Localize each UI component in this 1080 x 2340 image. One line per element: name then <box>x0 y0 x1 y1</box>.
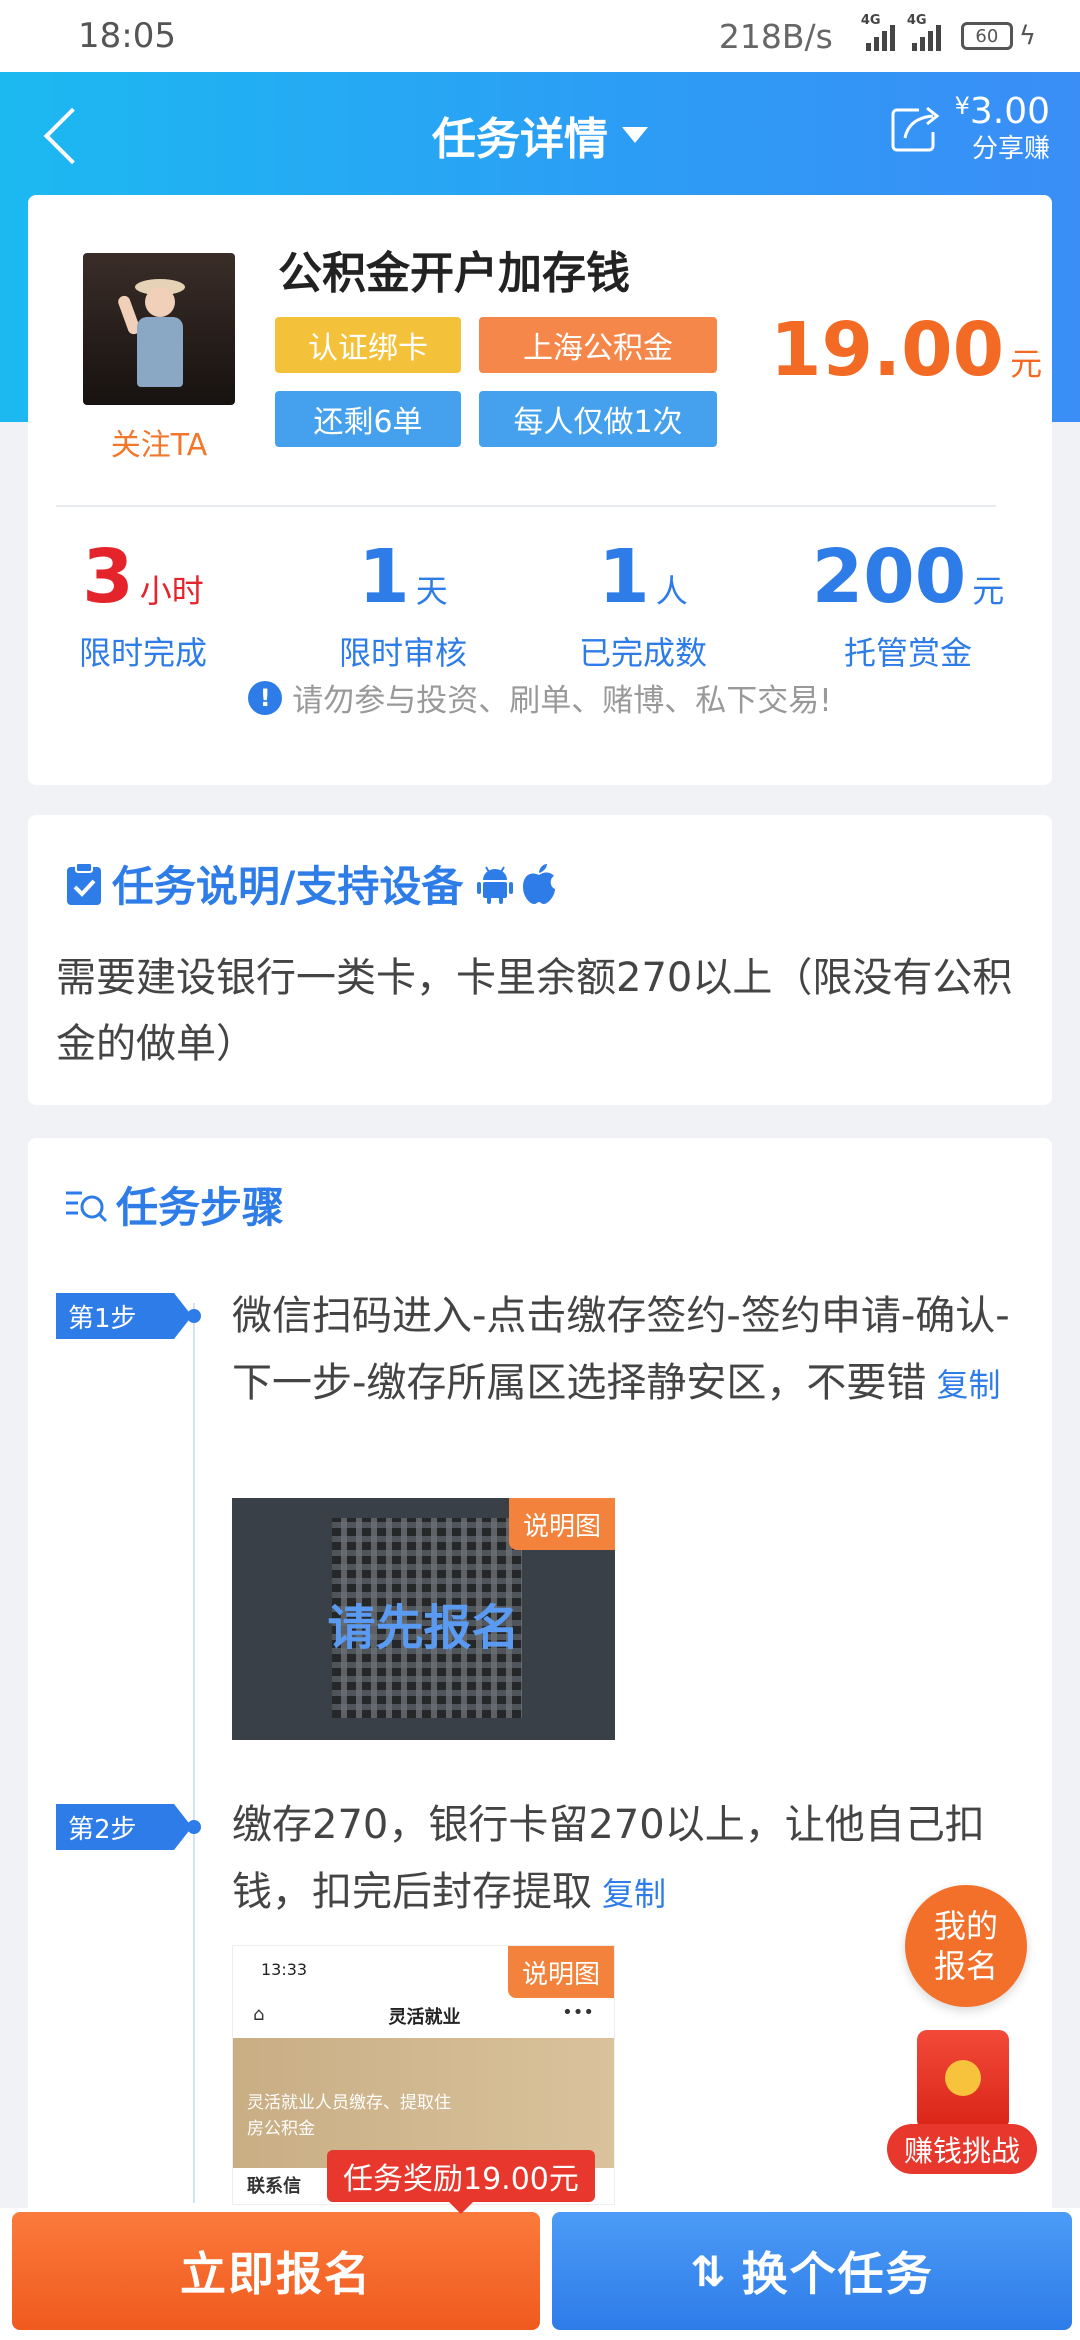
charging-icon: ϟ <box>1018 21 1036 51</box>
switch-task-button[interactable]: ⇅ 换个任务 <box>552 2212 1072 2330</box>
stat-time-limit: 3 小时 限时完成 <box>78 534 207 672</box>
warning-notice: ! 请勿参与投资、刷单、赌博、私下交易! <box>28 675 1052 720</box>
red-envelope-icon <box>917 2030 1009 2130</box>
step-image[interactable]: 请先报名 说明图 <box>232 1498 615 1740</box>
stat-completed: 1人 已完成数 <box>578 534 707 672</box>
signal-icon: 4G <box>861 13 895 51</box>
task-summary-card: 关注TA 公积金开户加存钱 认证绑卡 上海公积金 还剩6单 每人仅做1次 19.… <box>28 195 1052 785</box>
tag: 还剩6单 <box>275 391 461 447</box>
copy-link[interactable]: 复制 <box>602 1875 666 1913</box>
timeline-line <box>193 1303 195 2203</box>
info-icon: ! <box>248 680 283 715</box>
section-title: 任务说明/支持设备 <box>64 853 565 914</box>
apply-first-overlay: 请先报名 <box>327 1600 520 1656</box>
share-icon <box>891 106 939 152</box>
nav-bar: 任务详情 ¥3.00 分享赚 <box>0 72 1080 197</box>
step-text: 微信扫码进入-点击缴存签约-签约申请-确认-下一步-缴存所属区选择静安区，不要错… <box>232 1293 1010 1406</box>
status-bar: 18:05 218B/s 4G 4G 60 ϟ <box>0 0 1080 72</box>
timeline-dot <box>187 1309 201 1323</box>
explain-image-tag: 说明图 <box>509 1498 615 1550</box>
apple-icon <box>523 863 556 904</box>
description-text: 需要建设银行一类卡，卡里余额270以上（限没有公积金的做单） <box>56 955 1013 1067</box>
signal-icon: 4G <box>907 13 941 51</box>
page-title-dropdown[interactable]: 任务详情 <box>432 103 648 167</box>
android-icon <box>477 865 514 904</box>
stat-review-limit: 1天 限时审核 <box>338 534 467 672</box>
clipboard-icon <box>67 861 101 905</box>
back-icon[interactable] <box>38 102 98 166</box>
divider <box>56 505 996 507</box>
tag: 认证绑卡 <box>275 317 461 373</box>
mini-banner: 灵活就业人员缴存、提取住房公积金 <box>233 2038 614 2168</box>
list-search-icon <box>66 1191 108 1222</box>
share-earn-button[interactable]: ¥3.00 分享赚 <box>889 94 1050 162</box>
follow-button[interactable]: 关注TA <box>83 420 235 464</box>
avatar[interactable] <box>83 253 235 405</box>
tag: 每人仅做1次 <box>479 391 717 447</box>
task-title: 公积金开户加存钱 <box>278 248 630 299</box>
section-title: 任务步骤 <box>64 1174 284 1235</box>
reward-tooltip: 任务奖励19.00元 <box>327 2150 595 2214</box>
swap-arrows-icon: ⇅ <box>690 2246 728 2296</box>
share-amount: 3.00 <box>969 91 1050 132</box>
share-label: 分享赚 <box>971 134 1050 164</box>
earn-challenge-button[interactable]: 赚钱挑战 <box>887 2030 1037 2180</box>
my-applications-button[interactable]: 我的 报名 <box>905 1885 1027 2007</box>
network-speed: 218B/s <box>718 16 833 56</box>
step-badge: 第2步 <box>56 1804 192 1850</box>
timeline-dot <box>187 1820 201 1834</box>
status-time: 18:05 <box>78 16 176 56</box>
copy-link[interactable]: 复制 <box>936 1366 1000 1404</box>
step-badge: 第1步 <box>56 1293 192 1339</box>
task-price: 19.00 元 <box>770 307 1043 393</box>
battery-icon: 60 <box>960 22 1013 50</box>
explain-image-tag: 说明图 <box>508 1946 614 1998</box>
stat-escrow-reward: 200 元 托管赏金 <box>811 534 1005 672</box>
task-description-card: 任务说明/支持设备 需要建设银行一类卡，卡里余额270以上（限没有公积金的做单） <box>28 815 1052 1105</box>
tag: 上海公积金 <box>479 317 717 373</box>
caret-down-icon <box>622 126 648 143</box>
apply-now-button[interactable]: 立即报名 <box>12 2212 540 2330</box>
